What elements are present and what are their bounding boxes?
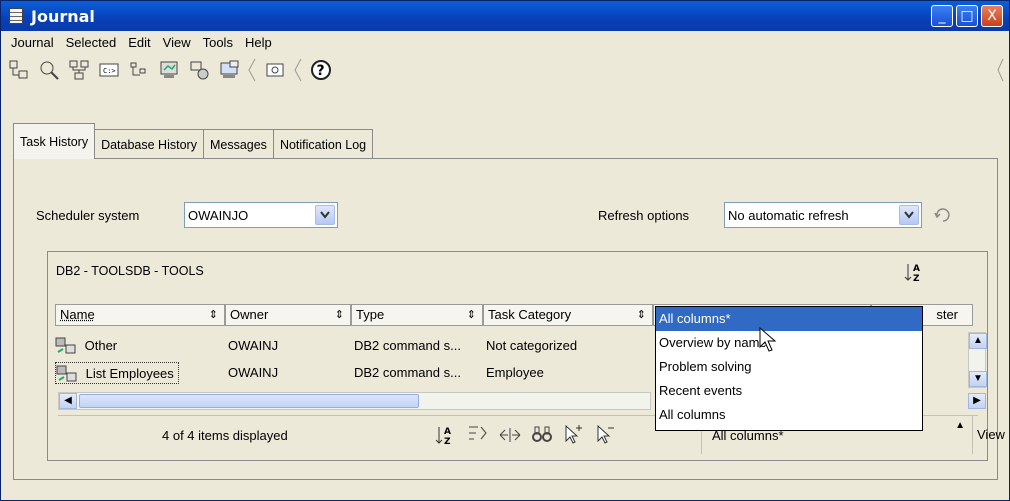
view-option-all-columns-star[interactable]: All columns* xyxy=(656,307,922,331)
tab-task-history[interactable]: Task History xyxy=(13,123,96,159)
scroll-right-icon[interactable]: ▶ xyxy=(968,393,986,409)
view-option-recent-events[interactable]: Recent events xyxy=(656,379,922,403)
view-option-problem-solving[interactable]: Problem solving xyxy=(656,355,922,379)
filter-icon[interactable] xyxy=(466,423,490,450)
column-header-name[interactable]: Name ⇕ xyxy=(55,304,225,326)
chevron-up-icon[interactable]: ▲ xyxy=(955,420,965,431)
view-dropdown-list: All columns* Overview by name Problem so… xyxy=(655,306,923,431)
view-option-overview-by-name[interactable]: Overview by name xyxy=(656,331,922,355)
menu-selected[interactable]: Selected xyxy=(60,35,123,50)
tab-notification-log[interactable]: Notification Log xyxy=(272,129,374,159)
svg-text:Z: Z xyxy=(913,274,920,284)
row-name: Other xyxy=(84,338,118,353)
sort-icon[interactable]: AZ xyxy=(434,423,458,450)
toolbar-separator xyxy=(293,57,303,83)
minimize-button[interactable]: _ xyxy=(931,5,953,27)
row-type: DB2 command s... xyxy=(354,365,461,380)
command-editor-icon[interactable]: C:> xyxy=(97,58,121,82)
scroll-down-icon[interactable]: ▼ xyxy=(969,371,987,387)
deselect-all-icon[interactable] xyxy=(594,423,618,450)
refresh-icon[interactable] xyxy=(932,204,954,229)
toolbar-separator xyxy=(247,57,257,83)
maximize-button[interactable]: □ xyxy=(956,5,978,27)
refresh-options-label: Refresh options xyxy=(598,208,690,223)
menu-help[interactable]: Help xyxy=(239,35,278,50)
tab-strip: Task History Database History Messages N… xyxy=(13,123,374,159)
row-type: DB2 command s... xyxy=(354,338,461,353)
close-button[interactable]: X xyxy=(981,5,1003,27)
view-button[interactable]: View xyxy=(972,416,1010,454)
journal-icon xyxy=(9,8,23,24)
sort-icon: ⇕ xyxy=(466,309,476,321)
mouse-cursor-icon xyxy=(759,326,777,356)
window-title: Journal xyxy=(31,6,95,26)
help-icon[interactable]: ? xyxy=(309,58,333,82)
column-header-task-category[interactable]: Task Category ⇕ xyxy=(483,304,653,326)
horizontal-scrollbar[interactable]: ◀ xyxy=(58,392,651,410)
row-name: List Employees xyxy=(85,366,174,381)
column-header-type[interactable]: Type ⇕ xyxy=(351,304,483,326)
task-manager-icon[interactable] xyxy=(157,58,181,82)
svg-text:A: A xyxy=(444,427,451,437)
svg-text:C:>: C:> xyxy=(103,67,116,75)
title-bar[interactable]: Journal _ □ X xyxy=(1,1,1009,31)
chevron-down-icon[interactable] xyxy=(899,205,919,225)
customize-columns-icon[interactable] xyxy=(498,423,522,450)
sort-az-icon[interactable]: AZ xyxy=(903,260,927,287)
column-header-owner[interactable]: Owner ⇕ xyxy=(225,304,351,326)
task-icon xyxy=(55,337,77,357)
refresh-options-value: No automatic refresh xyxy=(728,207,849,223)
items-displayed-count: 4 of 4 items displayed xyxy=(162,428,288,443)
svg-text:A: A xyxy=(913,264,920,274)
menu-tools[interactable]: Tools xyxy=(197,35,239,50)
grid-title: DB2 - TOOLSDB - TOOLS xyxy=(56,264,204,278)
task-center-icon[interactable] xyxy=(7,58,31,82)
menu-bar: Journal Selected Edit View Tools Help xyxy=(1,31,1009,53)
svg-text:Z: Z xyxy=(444,437,451,447)
view-option-all-columns[interactable]: All columns xyxy=(656,403,922,427)
journal-window: Journal _ □ X Journal Selected Edit View… xyxy=(0,0,1010,501)
refresh-options-select[interactable]: No automatic refresh xyxy=(724,202,922,228)
table-row[interactable]: List Employees xyxy=(55,362,179,384)
scheduler-system-value: OWAINJO xyxy=(188,207,249,223)
menu-edit[interactable]: Edit xyxy=(122,35,156,50)
svg-text:?: ? xyxy=(317,63,325,79)
sort-icon: ⇕ xyxy=(636,309,646,321)
scheduler-system-select[interactable]: OWAINJO xyxy=(184,202,338,228)
sort-icon: ⇕ xyxy=(208,309,218,321)
satellite-admin-icon[interactable] xyxy=(127,58,151,82)
toolbar: C:> ? xyxy=(1,53,1009,87)
scroll-up-icon[interactable]: ▲ xyxy=(969,333,987,349)
scroll-left-icon[interactable]: ◀ xyxy=(59,393,77,409)
scheduler-system-label: Scheduler system xyxy=(36,208,140,223)
menu-journal[interactable]: Journal xyxy=(5,35,60,50)
row-category: Not categorized xyxy=(486,338,578,353)
control-center-icon[interactable] xyxy=(37,58,61,82)
row-owner: OWAINJ xyxy=(228,338,279,353)
replication-center-icon[interactable] xyxy=(67,58,91,82)
tab-messages[interactable]: Messages xyxy=(202,129,274,159)
menu-view[interactable]: View xyxy=(157,35,197,50)
row-owner: OWAINJ xyxy=(228,365,279,380)
row-category: Employee xyxy=(486,365,544,380)
health-center-icon[interactable] xyxy=(187,58,211,82)
chevron-down-icon[interactable] xyxy=(315,205,335,225)
scroll-thumb[interactable] xyxy=(79,394,419,408)
vertical-scrollbar[interactable]: ▲ ▼ xyxy=(968,332,987,388)
configuration-assistant-icon[interactable] xyxy=(217,58,241,82)
sort-icon: ⇕ xyxy=(334,309,344,321)
tools-settings-icon[interactable] xyxy=(263,58,287,82)
toolbar-end-separator xyxy=(997,57,1005,86)
select-all-icon[interactable] xyxy=(562,423,586,450)
task-icon xyxy=(56,365,78,385)
table-row[interactable]: Other xyxy=(55,335,117,357)
tab-database-history[interactable]: Database History xyxy=(94,129,204,159)
find-icon[interactable] xyxy=(530,423,554,450)
